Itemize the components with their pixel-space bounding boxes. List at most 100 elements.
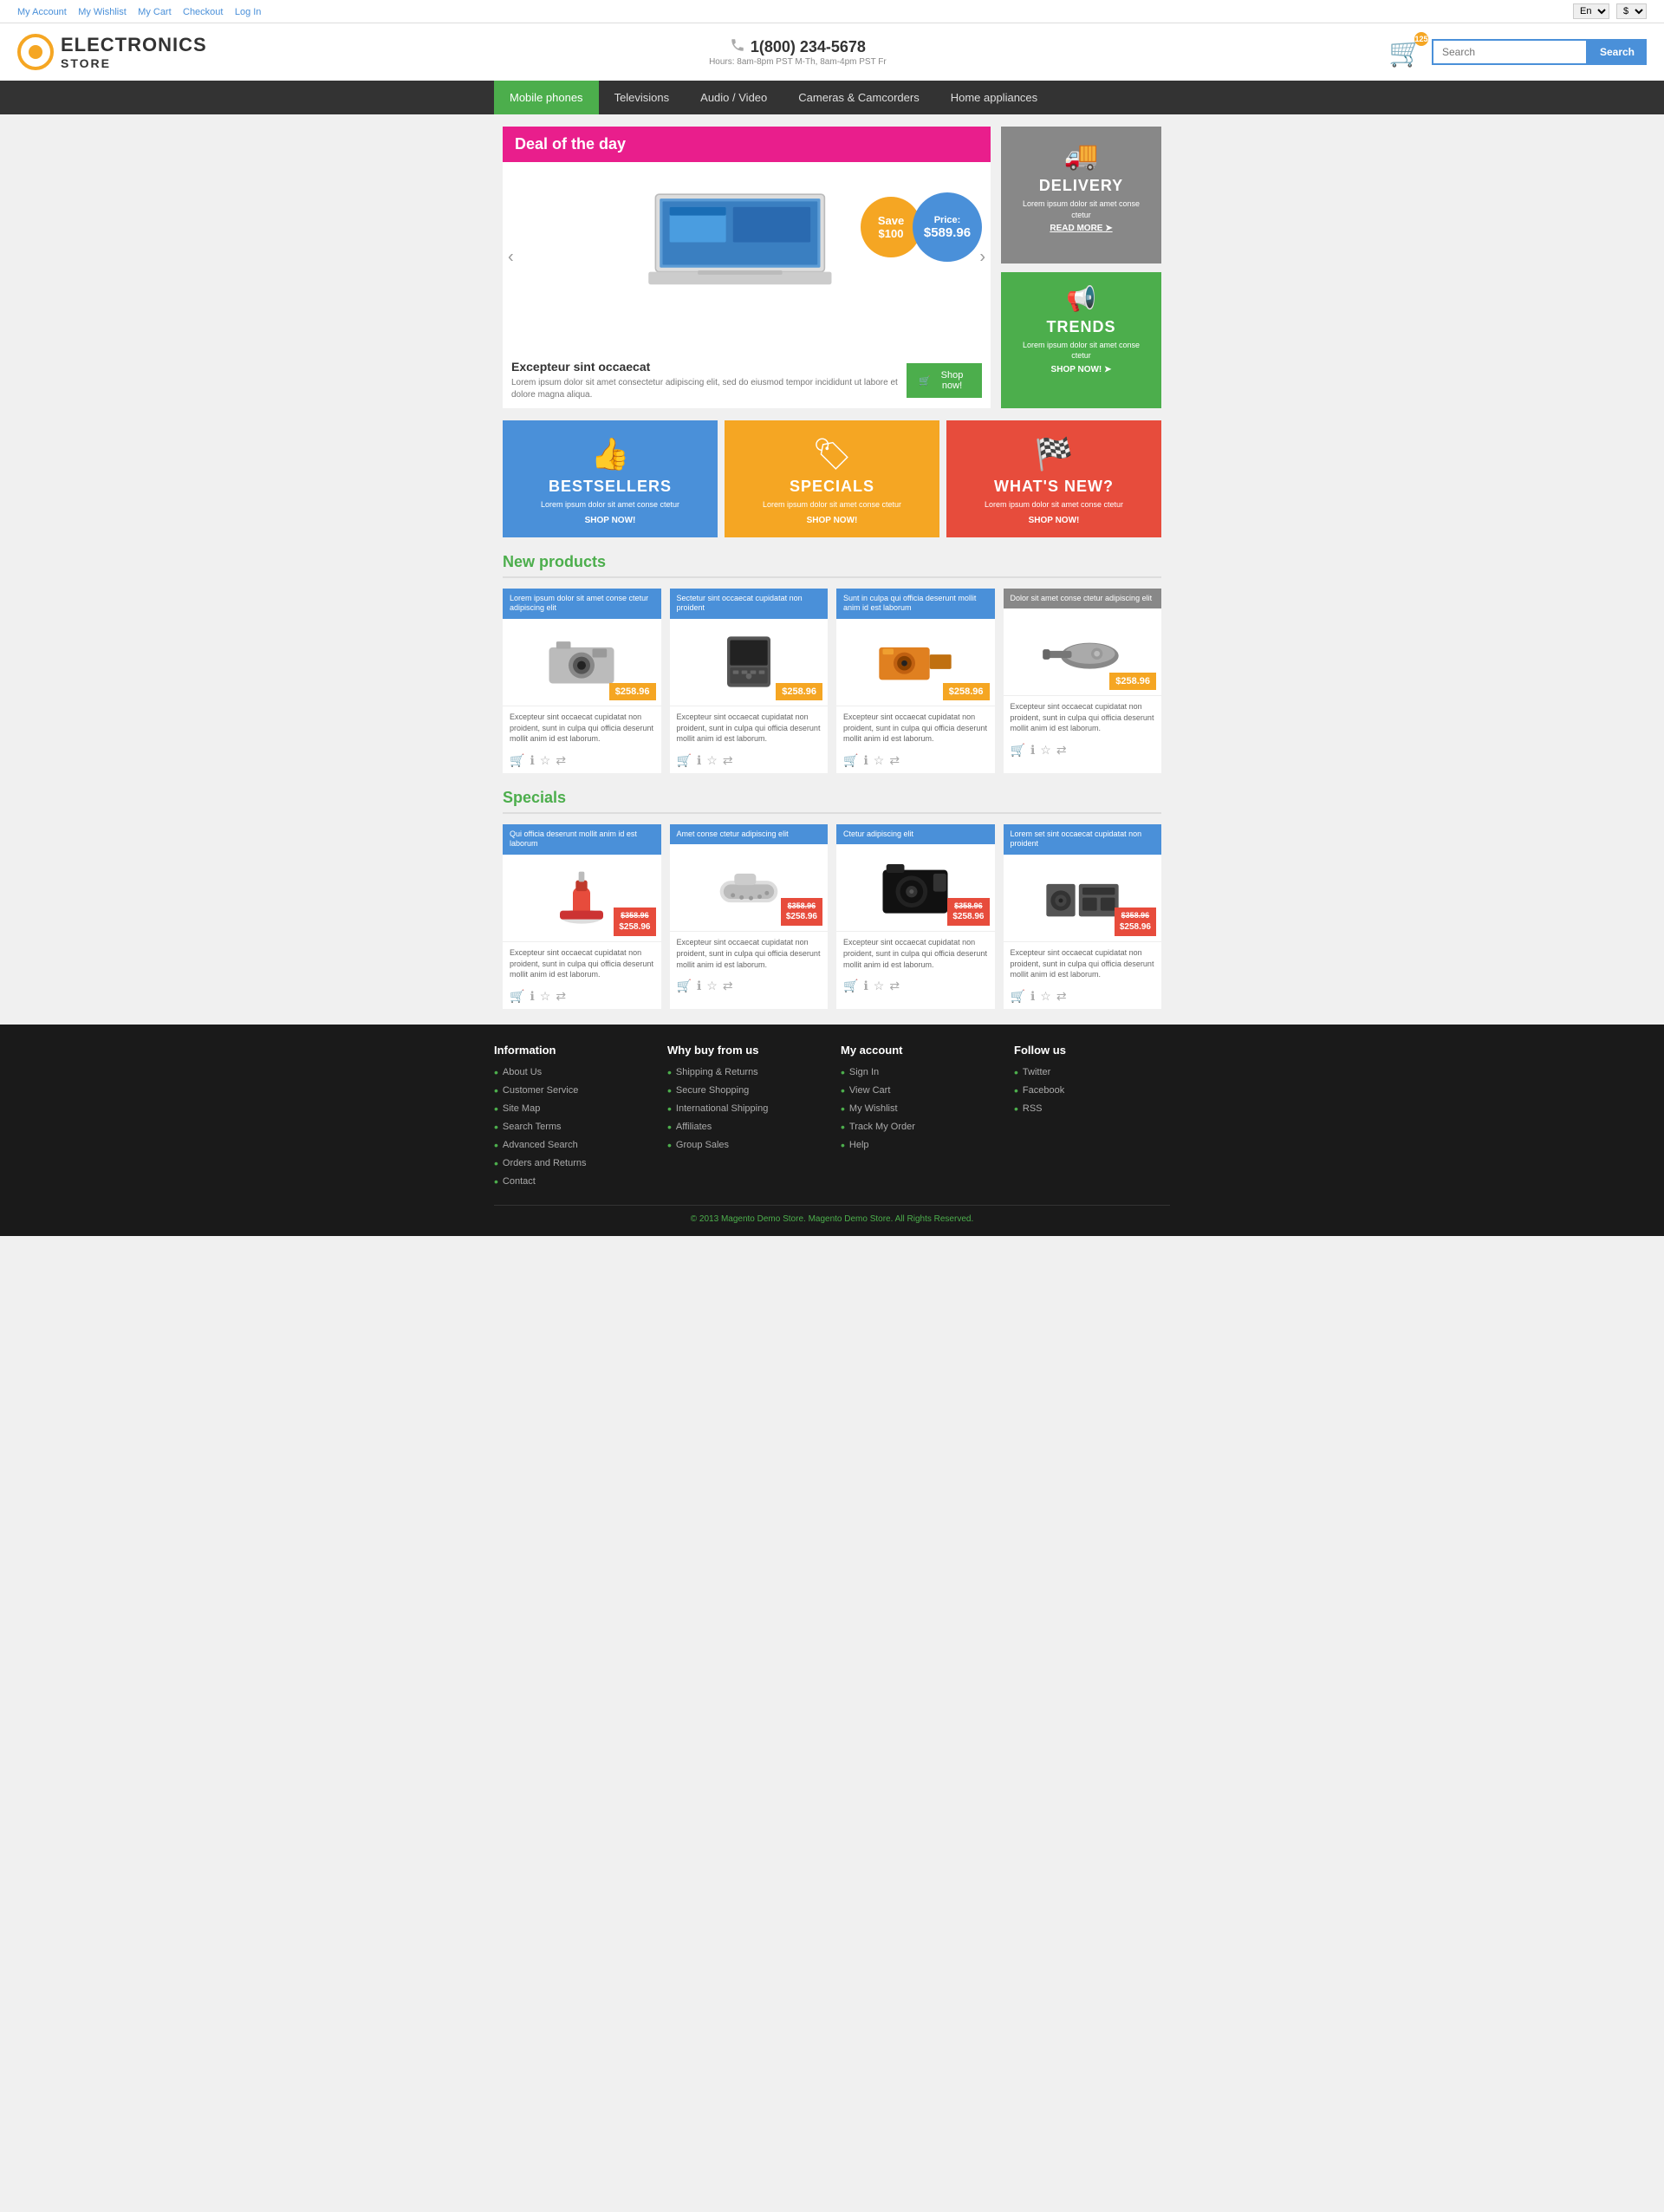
search-button[interactable]: Search [1588,39,1647,65]
rights-text: All Rights Reserved. [895,1214,974,1224]
nav-mobile-phones[interactable]: Mobile phones [494,81,599,114]
info-icon-s1[interactable]: ℹ [530,989,534,1004]
compare-icon-s1[interactable]: ⇄ [556,989,566,1004]
compare-icon-s3[interactable]: ⇄ [889,979,900,993]
compare-icon-1[interactable]: ⇄ [556,753,566,768]
price-badge: Price: $589.96 [913,192,982,262]
my-wishlist-link[interactable]: My Wishlist [78,7,127,17]
deal-prev-btn[interactable]: ‹ [508,248,514,268]
compare-icon-s2[interactable]: ⇄ [723,979,733,993]
special-price-badge-3: $358.96 $258.96 [947,898,989,927]
info-icon-4[interactable]: ℹ [1030,743,1035,758]
footer-customer-service[interactable]: Customer Service [494,1083,650,1097]
nav-cameras[interactable]: Cameras & Camcorders [783,81,934,114]
specials-cat-box[interactable]: 🏷 SPECIALS Lorem ipsum dolor sit amet co… [725,420,939,537]
wishlist-icon-s1[interactable]: ☆ [540,989,551,1004]
info-icon-s2[interactable]: ℹ [697,979,701,993]
nav-home-appliances[interactable]: Home appliances [935,81,1053,114]
info-icon-s4[interactable]: ℹ [1030,989,1035,1004]
bestsellers-box[interactable]: 👍 BESTSELLERS Lorem ipsum dolor sit amet… [503,420,718,537]
footer-view-cart[interactable]: View Cart [841,1083,997,1097]
nav-televisions[interactable]: Televisions [599,81,686,114]
logo-text: ELECTRONICS STORE [61,34,207,70]
footer-facebook[interactable]: Facebook [1014,1083,1170,1097]
add-to-cart-icon-3[interactable]: 🛒 [843,753,858,768]
special-price-new-1: $258.96 [619,921,650,933]
specials-cat-shop-link[interactable]: SHOP NOW! [733,516,931,525]
footer-site-map[interactable]: Site Map [494,1102,650,1116]
footer-why: Why buy from us Shipping & Returns Secur… [667,1044,823,1193]
info-icon-1[interactable]: ℹ [530,753,534,768]
language-select[interactable]: En [1573,3,1609,19]
product-img-wrap-1: $258.96 [503,619,661,706]
footer-shipping[interactable]: Shipping & Returns [667,1065,823,1079]
wishlist-icon-s2[interactable]: ☆ [706,979,718,993]
footer-orders-returns[interactable]: Orders and Returns [494,1156,650,1170]
bestsellers-shop-link[interactable]: SHOP NOW! [511,516,709,525]
add-to-cart-icon-4[interactable]: 🛒 [1011,743,1025,758]
footer-about[interactable]: About Us [494,1065,650,1079]
read-more-link[interactable]: READ MORE ➤ [1013,224,1149,233]
footer-rss[interactable]: RSS [1014,1102,1170,1116]
cart-icon-wrap[interactable]: 🛒 125 [1388,36,1423,68]
add-to-cart-icon-2[interactable]: 🛒 [677,753,692,768]
footer-intl-shipping[interactable]: International Shipping [667,1102,823,1116]
logo-circle [17,34,54,70]
compare-icon-s4[interactable]: ⇄ [1056,989,1067,1004]
login-link[interactable]: Log In [235,7,262,17]
deal-bottom: Excepteur sint occaecat Lorem ipsum dolo… [503,353,991,408]
wishlist-icon-1[interactable]: ☆ [540,753,551,768]
product-tag-1: Lorem ipsum dolor sit amet conse ctetur … [503,589,661,619]
wishlist-icon-s4[interactable]: ☆ [1040,989,1051,1004]
deal-next-btn[interactable]: › [979,248,985,268]
compare-icon-2[interactable]: ⇄ [723,753,733,768]
footer-affiliates[interactable]: Affiliates [667,1120,823,1134]
add-to-cart-icon-s3[interactable]: 🛒 [843,979,858,993]
add-to-cart-icon-s2[interactable]: 🛒 [677,979,692,993]
wishlist-icon-4[interactable]: ☆ [1040,743,1051,758]
footer-help[interactable]: Help [841,1138,997,1152]
footer-sign-in[interactable]: Sign In [841,1065,997,1079]
footer-track-order[interactable]: Track My Order [841,1120,997,1134]
deal-product-title: Excepteur sint occaecat [511,360,907,374]
footer-twitter[interactable]: Twitter [1014,1065,1170,1079]
delivery-desc: Lorem ipsum dolor sit amet conse ctetur [1013,198,1149,220]
add-to-cart-icon-s1[interactable]: 🛒 [510,989,524,1004]
search-input[interactable] [1432,39,1588,65]
wishlist-icon-s3[interactable]: ☆ [874,979,885,993]
footer-contact[interactable]: Contact [494,1174,650,1188]
checkout-link[interactable]: Checkout [183,7,223,17]
product-desc-1: Excepteur sint occaecat cupidatat non pr… [503,706,661,750]
special-actions-2: 🛒 ℹ ☆ ⇄ [670,975,829,999]
currency-select[interactable]: $ [1616,3,1647,19]
footer-why-list: Shipping & Returns Secure Shopping Inter… [667,1065,823,1152]
footer-secure-shopping[interactable]: Secure Shopping [667,1083,823,1097]
my-cart-link[interactable]: My Cart [138,7,172,17]
nav-audio-video[interactable]: Audio / Video [685,81,783,114]
add-to-cart-icon-s4[interactable]: 🛒 [1011,989,1025,1004]
whats-new-box[interactable]: 🏁 WHAT'S NEW? Lorem ipsum dolor sit amet… [946,420,1161,537]
trends-shop-now-link[interactable]: SHOP NOW! ➤ [1013,365,1149,374]
logo[interactable]: ELECTRONICS STORE [17,34,207,70]
wishlist-icon-3[interactable]: ☆ [874,753,885,768]
trends-box: 📢 TRENDS Lorem ipsum dolor sit amet cons… [1001,272,1161,409]
my-account-link[interactable]: My Account [17,7,67,17]
phone-row: 1(800) 234-5678 [730,37,866,57]
magento-link[interactable]: Magento Demo Store. [809,1214,894,1224]
deal-shop-now-btn[interactable]: 🛒 Shop now! [907,363,982,398]
special-actions-3: 🛒 ℹ ☆ ⇄ [836,975,995,999]
footer-advanced-search[interactable]: Advanced Search [494,1138,650,1152]
add-to-cart-icon-1[interactable]: 🛒 [510,753,524,768]
whats-new-shop-link[interactable]: SHOP NOW! [955,516,1153,525]
compare-icon-4[interactable]: ⇄ [1056,743,1067,758]
footer-my-wishlist[interactable]: My Wishlist [841,1102,997,1116]
product-actions-1: 🛒 ℹ ☆ ⇄ [503,750,661,773]
compare-icon-3[interactable]: ⇄ [889,753,900,768]
info-icon-2[interactable]: ℹ [697,753,701,768]
footer-search-terms[interactable]: Search Terms [494,1120,650,1134]
wishlist-icon-2[interactable]: ☆ [706,753,718,768]
footer-group-sales[interactable]: Group Sales [667,1138,823,1152]
info-icon-3[interactable]: ℹ [863,753,868,768]
info-icon-s3[interactable]: ℹ [863,979,868,993]
truck-icon: 🚚 [1013,139,1149,172]
